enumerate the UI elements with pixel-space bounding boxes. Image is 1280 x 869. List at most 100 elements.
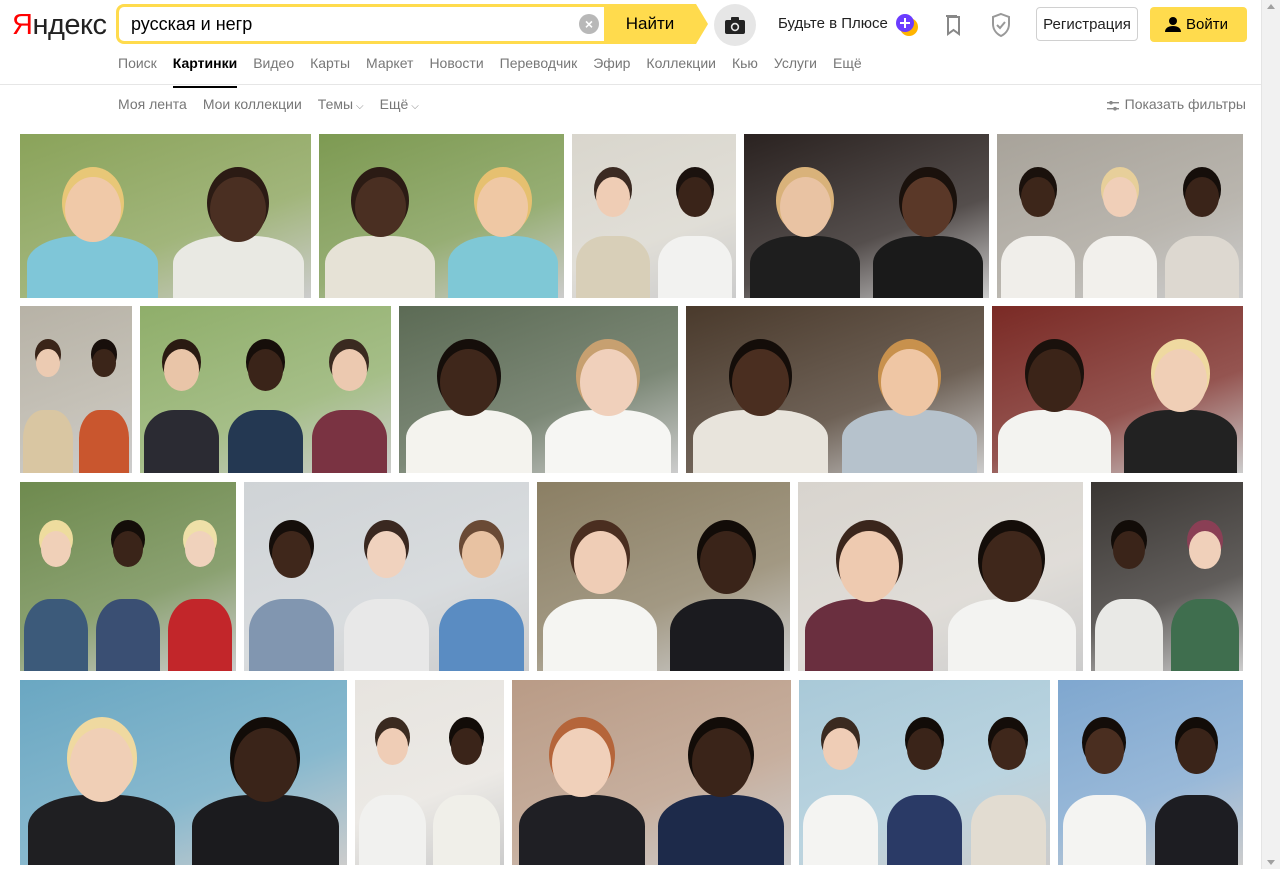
image-result-thumbnail[interactable] — [20, 482, 236, 671]
person-face — [906, 728, 943, 770]
nav-tab[interactable]: Переводчик — [500, 55, 578, 75]
search-button[interactable]: Найти — [604, 4, 696, 44]
logo-rest: ндекс — [32, 9, 107, 41]
nav-tab[interactable]: Коллекции — [646, 55, 716, 75]
image-result-thumbnail[interactable] — [997, 134, 1243, 298]
nav-tab[interactable]: Эфир — [593, 55, 630, 75]
chevron-down-icon: ⌵ — [356, 101, 364, 112]
logo-first-letter: Я — [12, 9, 33, 41]
nav-tab[interactable]: Видео — [253, 55, 294, 75]
scroll-down-arrow-icon[interactable] — [1267, 860, 1275, 865]
nav-tab[interactable]: Карты — [310, 55, 350, 75]
person-figure-body — [872, 235, 983, 298]
person-figure-body — [1123, 409, 1237, 473]
person-face — [691, 728, 751, 798]
person-figure-body — [95, 599, 161, 671]
person-figure-body — [78, 409, 130, 473]
nav-tab[interactable]: Поиск — [118, 55, 157, 75]
image-result-thumbnail[interactable] — [799, 680, 1050, 865]
image-result-thumbnail[interactable] — [140, 306, 391, 473]
image-result-thumbnail[interactable] — [686, 306, 984, 473]
nav-tab[interactable]: Кью — [732, 55, 758, 75]
register-button[interactable]: Регистрация — [1036, 7, 1138, 41]
plus-badge-icon[interactable] — [895, 14, 919, 36]
person-face — [700, 531, 754, 594]
image-result-thumbnail[interactable] — [798, 482, 1083, 671]
person-figure-body — [447, 235, 558, 298]
image-result-thumbnail[interactable] — [355, 680, 504, 865]
person-figure-body — [518, 794, 645, 865]
person-figure-body — [1170, 599, 1240, 671]
person-face — [440, 349, 498, 417]
person-face — [1084, 728, 1124, 774]
image-result-thumbnail[interactable] — [20, 306, 132, 473]
person-face — [70, 728, 134, 803]
toolbar-item-label: Моя лента — [118, 96, 187, 112]
login-button[interactable]: Войти — [1150, 7, 1247, 42]
person-figure-body — [438, 599, 525, 671]
person-face — [331, 349, 367, 391]
show-filters-button[interactable]: Показать фильтры — [1106, 96, 1246, 112]
image-search-camera-button[interactable] — [714, 4, 756, 46]
nav-tab[interactable]: Ещё — [833, 55, 862, 75]
person-figure-body — [1062, 794, 1146, 865]
image-result-thumbnail[interactable] — [512, 680, 791, 865]
person-face — [902, 176, 954, 238]
person-face — [112, 531, 144, 567]
toolbar-item[interactable]: Темы ⌵ — [318, 96, 364, 112]
person-figure-body — [343, 599, 430, 671]
image-result-thumbnail[interactable] — [244, 482, 529, 671]
person-figure-body — [325, 235, 436, 298]
vertical-scrollbar[interactable] — [1261, 0, 1280, 869]
person-face — [579, 349, 637, 417]
person-face — [184, 531, 216, 567]
collections-icon[interactable] — [944, 14, 964, 36]
nav-tab[interactable]: Услуги — [774, 55, 817, 75]
image-result-thumbnail[interactable] — [20, 134, 311, 298]
person-face — [233, 728, 297, 803]
shield-icon[interactable] — [990, 12, 1012, 38]
toolbar-item-label: Ещё — [379, 96, 409, 112]
nav-tab[interactable]: Маркет — [366, 55, 413, 75]
image-result-thumbnail[interactable] — [399, 306, 678, 473]
header: Яндекс × Найти Будьте в Плюсе Регистраци… — [0, 0, 1262, 88]
search-button-arrow[interactable] — [696, 4, 708, 44]
toolbar-item[interactable]: Ещё ⌵ — [380, 96, 419, 112]
user-icon — [1165, 17, 1181, 32]
image-result-thumbnail[interactable] — [744, 134, 989, 298]
image-result-thumbnail[interactable] — [537, 482, 790, 671]
person-face — [210, 176, 267, 243]
toolbar-item[interactable]: Мои коллекции — [203, 96, 302, 112]
yandex-logo[interactable]: Яндекс — [12, 8, 107, 42]
person-figure-body — [947, 599, 1076, 671]
nav-tab[interactable]: Картинки — [172, 55, 238, 88]
person-figure-body — [1083, 235, 1157, 298]
person-face — [92, 349, 116, 378]
plus-promo-link[interactable]: Будьте в Плюсе — [778, 15, 888, 32]
nav-tab[interactable]: Новости — [429, 55, 483, 75]
person-face — [1113, 531, 1145, 569]
image-result-thumbnail[interactable] — [572, 134, 736, 298]
person-face — [779, 176, 831, 238]
person-figure-body — [543, 599, 658, 671]
person-face — [247, 349, 284, 391]
clear-search-button[interactable]: × — [579, 14, 599, 34]
image-result-thumbnail[interactable] — [1091, 482, 1243, 671]
image-result-thumbnail[interactable] — [992, 306, 1243, 473]
search-box[interactable]: × — [116, 4, 607, 44]
person-face — [552, 728, 612, 798]
person-figure-body — [886, 794, 963, 865]
person-face — [981, 531, 1042, 602]
person-figure-body — [22, 409, 74, 473]
search-input[interactable] — [131, 7, 571, 41]
person-figure-body — [358, 794, 426, 865]
image-result-thumbnail[interactable] — [319, 134, 564, 298]
person-face — [1153, 349, 1207, 412]
filters-icon — [1106, 101, 1119, 111]
image-result-thumbnail[interactable] — [1058, 680, 1243, 865]
scroll-up-arrow-icon[interactable] — [1267, 4, 1275, 9]
image-result-thumbnail[interactable] — [20, 680, 347, 865]
images-toolbar: Моя лента Мои коллекции Темы ⌵ Ещё ⌵ — [118, 96, 419, 112]
toolbar-item[interactable]: Моя лента — [118, 96, 187, 112]
person-figure-body — [658, 235, 732, 298]
